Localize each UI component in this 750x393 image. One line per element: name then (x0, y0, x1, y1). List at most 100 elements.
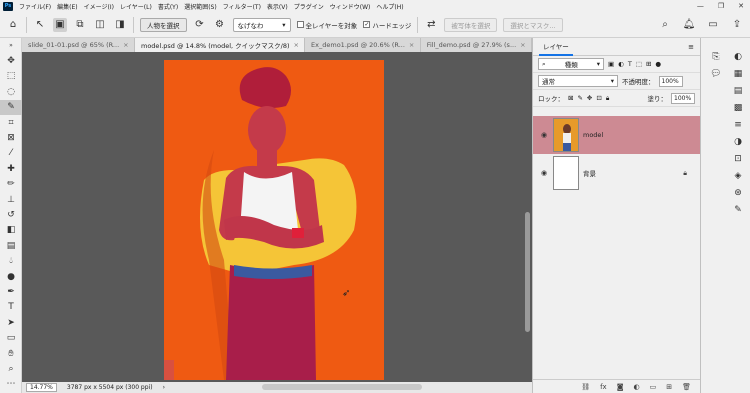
vertical-scrollbar[interactable] (525, 212, 530, 332)
marquee-tool-icon[interactable]: ⬚ (0, 69, 22, 84)
dodge-tool-icon[interactable]: ● (0, 269, 22, 284)
filter-toggle-icon[interactable]: ● (655, 60, 661, 68)
history-panel-icon[interactable]: ⎘ (705, 48, 727, 65)
gradient-panel-icon[interactable]: ▤ (727, 82, 749, 99)
pen-tool-icon[interactable]: ✒ (0, 284, 22, 299)
more-tools-icon[interactable]: ⋯ (0, 377, 22, 392)
new-selection-icon[interactable]: ▣ (53, 17, 67, 32)
layer-style-icon[interactable]: fx (600, 383, 607, 391)
channels-panel-icon[interactable]: ⊛ (727, 184, 749, 201)
add-selection-icon[interactable]: ⧉ (73, 18, 87, 32)
filter-shape-icon[interactable]: ⬚ (636, 60, 642, 68)
lock-pixels-icon[interactable]: ⊠ (568, 94, 573, 102)
workspace-icon[interactable]: ▭ (706, 18, 720, 32)
menu-window[interactable]: ウィンドウ(W) (327, 2, 374, 11)
type-tool-icon[interactable]: T (0, 300, 22, 315)
libraries-panel-icon[interactable]: ⊡ (727, 150, 749, 167)
select-mask-button[interactable]: 選択とマスク... (503, 17, 563, 32)
clone-stamp-icon[interactable]: ⊥ (0, 192, 22, 207)
brush-settings-icon[interactable]: ⇄ (424, 18, 438, 32)
subtract-selection-icon[interactable]: ◫ (93, 18, 107, 32)
menu-plugins[interactable]: プラグイン (291, 2, 327, 11)
lock-all-icon[interactable]: 🔒︎ (606, 94, 609, 103)
status-menu-icon[interactable]: › (163, 384, 165, 391)
new-group-icon[interactable]: ▭ (650, 383, 657, 391)
comments-panel-icon[interactable]: 💬︎ (705, 65, 727, 82)
toolbar-collapse-icon[interactable]: » (0, 38, 22, 53)
home-icon[interactable]: ⌂ (6, 18, 20, 32)
healing-brush-icon[interactable]: ✚ (0, 161, 22, 176)
lock-icon[interactable]: 🔒︎ (683, 169, 687, 178)
select-subject-dim-button[interactable]: 被写体を選択 (444, 17, 498, 32)
zoom-field[interactable]: 14.77% (26, 383, 57, 392)
filter-type-icon[interactable]: T (628, 60, 632, 68)
layers-panel-title[interactable]: レイヤー (539, 38, 573, 56)
delete-layer-icon[interactable]: 🗑︎ (682, 383, 691, 391)
brush-tool-icon[interactable]: ✏ (0, 177, 22, 192)
minimize-icon[interactable]: — (697, 2, 704, 10)
close-window-icon[interactable]: ✕ (738, 2, 744, 10)
opacity-field[interactable]: 100% (658, 75, 683, 87)
paths-panel-icon[interactable]: ✎ (727, 201, 749, 218)
layer-row-model[interactable]: ◉ model (533, 116, 701, 154)
filter-adjust-icon[interactable]: ◐ (618, 60, 624, 68)
eraser-tool-icon[interactable]: ◧ (0, 223, 22, 238)
history-brush-icon[interactable]: ↺ (0, 207, 22, 222)
hard-edge-checkbox[interactable]: ✓ ハードエッジ (363, 20, 411, 30)
layer-row-background[interactable]: ◉ 背景 🔒︎ (533, 154, 701, 192)
rectangle-tool-icon[interactable]: ▭ (0, 330, 22, 345)
settings-icon[interactable]: ⚙ (213, 18, 227, 32)
menu-type[interactable]: 書式(Y) (155, 2, 181, 11)
color-panel-icon[interactable]: ◐ (727, 48, 749, 65)
canvas-area[interactable]: ➶ (22, 52, 532, 382)
blur-tool-icon[interactable]: 💧︎ (0, 253, 22, 268)
tab-slide[interactable]: slide_01-01.psd @ 65% (R... × (22, 38, 135, 52)
frame-tool-icon[interactable]: ⊠ (0, 130, 22, 145)
eye-icon[interactable]: ◉ (539, 169, 549, 177)
gradient-tool-icon[interactable]: ▤ (0, 238, 22, 253)
add-mask-icon[interactable]: ◙ (617, 383, 624, 391)
quick-select-tool-icon[interactable]: ↖ (33, 18, 47, 32)
link-layers-icon[interactable]: ⛓ (581, 383, 590, 391)
blend-mode-select[interactable]: 通常 ▾ (538, 75, 618, 87)
path-select-icon[interactable]: ➤ (0, 315, 22, 330)
quick-select-brush-icon[interactable]: ✎ (0, 99, 22, 115)
close-icon[interactable]: × (123, 41, 128, 49)
properties-panel-icon[interactable]: ≡ (727, 116, 749, 133)
close-icon[interactable]: × (294, 41, 299, 49)
menu-filter[interactable]: フィルター(T) (220, 2, 264, 11)
menu-view[interactable]: 表示(V) (264, 2, 291, 11)
fill-field[interactable]: 100% (671, 92, 695, 104)
document-image[interactable]: ➶ (164, 60, 384, 380)
zoom-tool-icon[interactable]: ⌕ (0, 361, 22, 376)
filter-smart-icon[interactable]: ⊞ (646, 60, 651, 68)
search-icon[interactable]: ⌕ (658, 18, 672, 32)
lock-paint-icon[interactable]: ✎ (577, 94, 582, 102)
lasso-tool-icon[interactable]: ◌ (0, 84, 22, 99)
lock-artboard-icon[interactable]: ⊡ (596, 94, 601, 102)
tab-ex-demo[interactable]: Ex_demo1.psd @ 20.6% (R... × (305, 38, 421, 52)
crop-tool-icon[interactable]: ⌗ (0, 115, 22, 130)
menu-layer[interactable]: レイヤー(L) (117, 2, 155, 11)
close-icon[interactable]: × (409, 41, 414, 49)
notifications-icon[interactable]: 🔔︎ (682, 18, 696, 32)
menu-help[interactable]: ヘルプ(H) (373, 2, 406, 11)
maximize-icon[interactable]: ❐ (718, 2, 724, 10)
sample-select[interactable]: なげなわ ▾ (232, 17, 291, 32)
select-subject-button[interactable]: 人物を選択 (140, 17, 187, 32)
layers-panel-icon[interactable]: ◈ (727, 167, 749, 184)
tab-model[interactable]: model.psd @ 14.8% (model, クイックマスク/8) × (134, 38, 306, 52)
panel-menu-icon[interactable]: ≡ (688, 43, 694, 51)
eyedropper-tool-icon[interactable]: ⁄ (0, 146, 22, 161)
menu-edit[interactable]: 編集(E) (54, 2, 80, 11)
refresh-icon[interactable]: ⟳ (193, 18, 207, 32)
hand-tool-icon[interactable]: ✋︎ (0, 346, 22, 361)
adjustment-layer-icon[interactable]: ◐ (634, 383, 640, 391)
menu-select[interactable]: 選択範囲(S) (181, 2, 220, 11)
swatches-panel-icon[interactable]: ▦ (727, 65, 749, 82)
adjustments-panel-icon[interactable]: ◑ (727, 133, 749, 150)
new-layer-icon[interactable]: ⊞ (666, 383, 672, 391)
menu-image[interactable]: イメージ(I) (81, 2, 117, 11)
tab-fill-demo[interactable]: Fill_demo.psd @ 27.9% (s... × (421, 38, 533, 52)
patterns-panel-icon[interactable]: ▩ (727, 99, 749, 116)
